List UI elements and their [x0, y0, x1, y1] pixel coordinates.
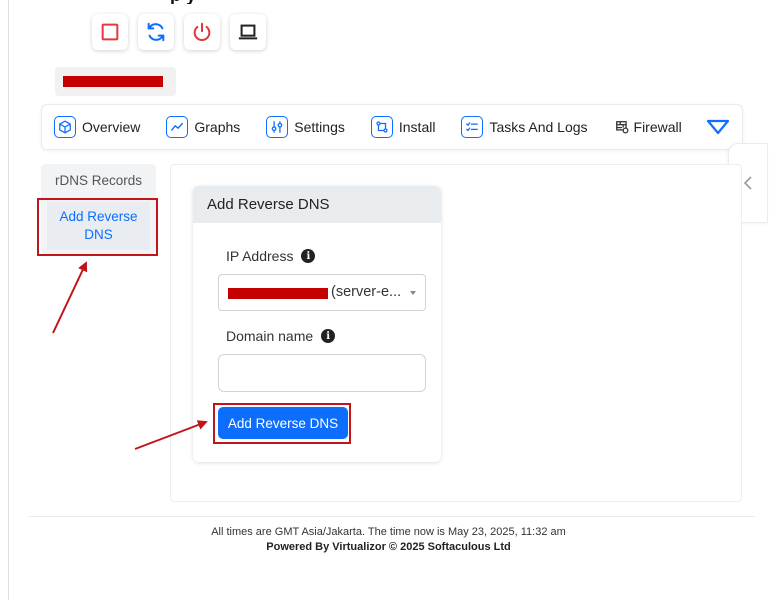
footer-divider: [28, 516, 755, 517]
tab-label: Firewall: [633, 119, 682, 135]
box-icon: [54, 116, 76, 138]
poweroff-button[interactable]: [184, 14, 220, 50]
chart-line-icon: [166, 116, 189, 138]
checklist-icon: [461, 116, 484, 138]
tab-label: Settings: [294, 119, 345, 135]
tab-firewall[interactable]: Firewall: [614, 105, 682, 149]
redaction-mark: [228, 288, 328, 299]
tab-graphs[interactable]: Graphs: [166, 105, 240, 149]
nav-more-button[interactable]: [706, 117, 730, 137]
tab-label: Graphs: [194, 119, 241, 135]
chevron-down-icon: [706, 119, 730, 135]
ip-address-label: IP Address i: [226, 248, 316, 264]
vnc-console-button[interactable]: [230, 14, 266, 50]
ip-address-select[interactable]: (server-e...: [218, 274, 426, 311]
tab-tasks-and-logs[interactable]: Tasks And Logs: [461, 105, 588, 149]
page-title: p y: [170, 0, 370, 4]
annotation-highlight-button: [213, 403, 351, 444]
info-icon[interactable]: i: [301, 249, 316, 263]
power-controls: [92, 14, 266, 50]
git-compare-icon: [370, 116, 393, 138]
tab-install[interactable]: Install: [370, 105, 436, 149]
footer-time-text: All times are GMT Asia/Jakarta. The time…: [211, 526, 566, 538]
annotation-highlight-menu: [37, 198, 158, 256]
card-title: Add Reverse DNS: [193, 186, 441, 223]
main-navbar: Overview Graphs Settings Install Tasks A…: [41, 104, 743, 150]
tab-label: Tasks And Logs: [489, 119, 588, 135]
chevron-left-icon: [743, 176, 752, 190]
stop-button[interactable]: [92, 14, 128, 50]
rdns-menu-header: rDNS Records: [54, 173, 143, 188]
ip-address-selected: (server-e...: [331, 284, 402, 300]
refresh-icon: [147, 22, 165, 42]
redaction-mark: [63, 76, 163, 87]
footer-powered-by: Powered By Virtualizor © 2025 Softaculou…: [266, 541, 511, 553]
tab-overview[interactable]: Overview: [54, 105, 140, 149]
info-icon[interactable]: i: [321, 329, 336, 343]
tab-label: Overview: [82, 119, 141, 135]
power-icon: [193, 22, 211, 41]
tab-label: Install: [398, 119, 436, 135]
caret-down-icon: [410, 291, 416, 295]
stop-square-icon: [101, 23, 119, 41]
domain-name-label: Domain name i: [226, 328, 336, 344]
tab-settings[interactable]: Settings: [266, 105, 345, 149]
firewall-icon: [614, 119, 630, 135]
hostname-badge: [55, 67, 176, 96]
sliders-icon: [266, 116, 289, 138]
domain-name-input[interactable]: [218, 354, 426, 392]
laptop-icon: [238, 24, 258, 40]
restart-button[interactable]: [138, 14, 174, 50]
